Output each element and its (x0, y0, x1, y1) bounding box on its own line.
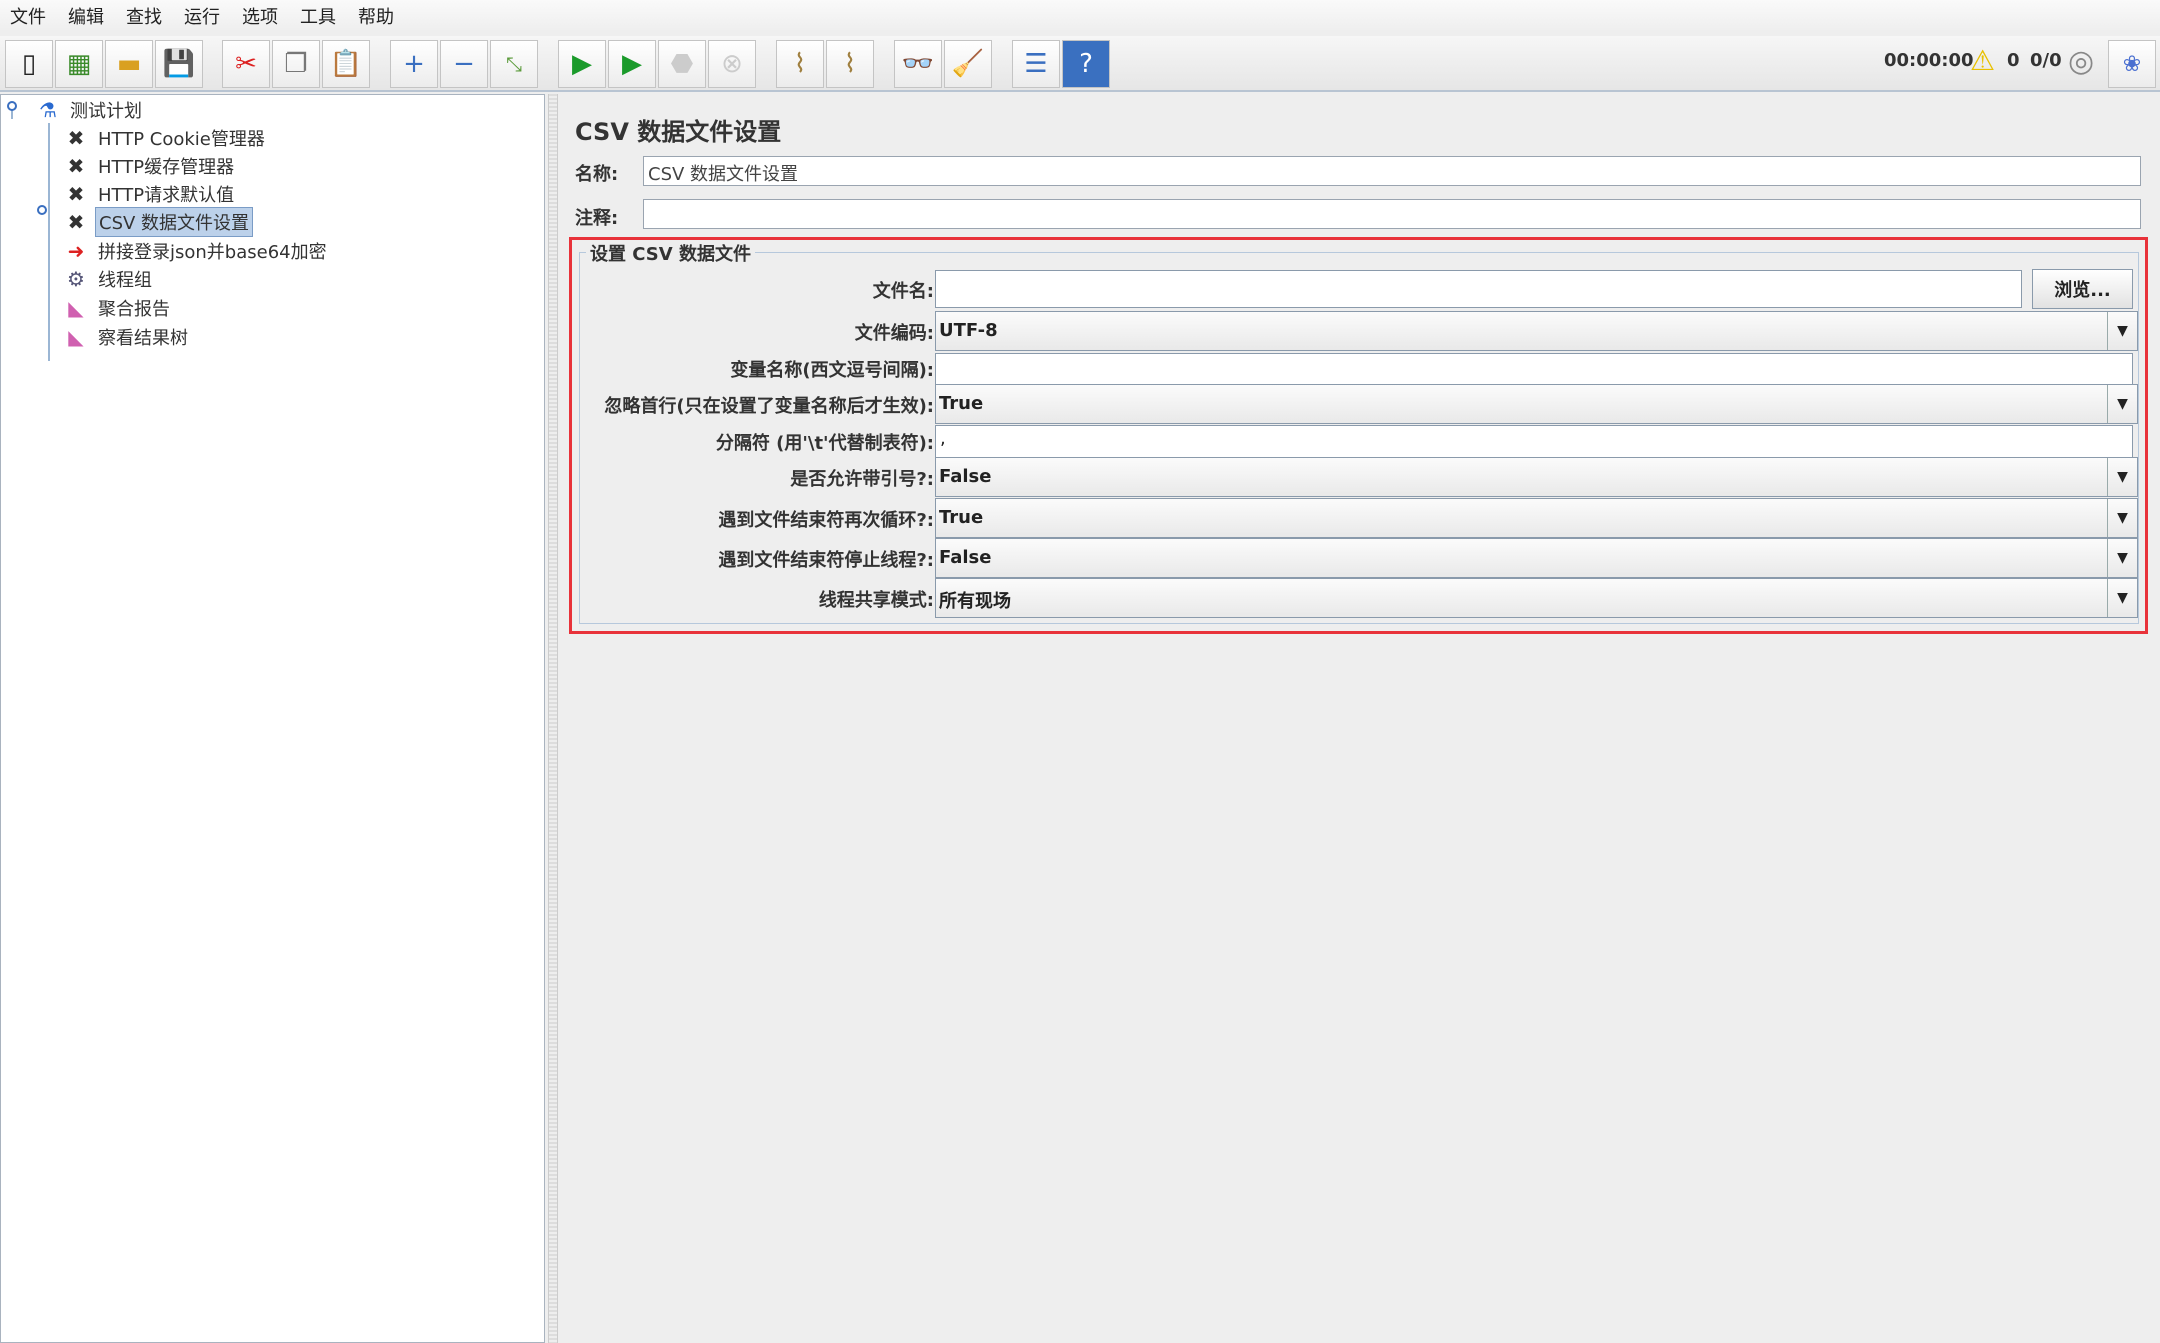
csv-data-set-panel: CSV 数据文件设置 名称: CSV 数据文件设置 注释: 设置 CSV 数据文… (560, 94, 2160, 1343)
page-title: CSV 数据文件设置 (575, 118, 782, 146)
split-pane-divider[interactable] (548, 94, 558, 1343)
tree-item-aggregate-report[interactable]: ◣ 聚合报告 (63, 295, 173, 321)
comment-input[interactable] (643, 199, 2141, 229)
chevron-down-icon[interactable]: ▼ (2107, 458, 2137, 496)
encoding-label: 文件编码: (854, 323, 934, 344)
chart-icon: ◣ (68, 325, 84, 349)
wrench-icon: ✖ (67, 210, 85, 234)
allow-quoted-label: 是否允许带引号?: (790, 469, 934, 490)
tree-item-cache-manager[interactable]: ✖ HTTP缓存管理器 (63, 153, 237, 179)
chart-icon: ◣ (68, 296, 84, 320)
chevron-down-icon[interactable]: ▼ (2107, 499, 2137, 537)
collapse-toggle-icon[interactable] (37, 205, 47, 215)
chevron-down-icon[interactable]: ▼ (2107, 312, 2137, 350)
search-icon[interactable]: 👓 (894, 40, 942, 88)
menu-edit[interactable]: 编辑 (68, 3, 104, 29)
wrench-icon: ✖ (67, 154, 85, 178)
clear-all-icon[interactable]: ⌇ (826, 40, 874, 88)
encoding-select[interactable]: UTF-8 ▼ (935, 311, 2138, 351)
delimiter-input[interactable]: , (935, 425, 2133, 459)
tree-item-cookie-manager[interactable]: ✖ HTTP Cookie管理器 (63, 125, 268, 151)
expand-icon[interactable]: + (390, 40, 438, 88)
function-helper-icon[interactable]: ☰ (1012, 40, 1060, 88)
cut-icon[interactable]: ✂ (222, 40, 270, 88)
name-label: 名称: (575, 164, 619, 185)
menu-file[interactable]: 文件 (10, 3, 46, 29)
browse-button[interactable]: 浏览... (2032, 269, 2133, 309)
help-icon[interactable]: ? (1062, 40, 1110, 88)
new-icon[interactable]: ▯ (5, 40, 53, 88)
menu-help[interactable]: 帮助 (358, 3, 394, 29)
menu-options[interactable]: 选项 (242, 3, 278, 29)
menu-tools[interactable]: 工具 (300, 3, 336, 29)
save-icon[interactable]: 💾 (155, 40, 203, 88)
toggle-icon[interactable]: ⤡ (490, 40, 538, 88)
allow-quoted-select[interactable]: False ▼ (935, 457, 2138, 497)
ignore-first-line-select[interactable]: True ▼ (935, 384, 2138, 424)
stop-icon[interactable]: ⬣ (658, 40, 706, 88)
copy-icon[interactable]: ❐ (272, 40, 320, 88)
thread-count: 0/0 (2030, 50, 2062, 71)
tree-item-preprocessor[interactable]: ➜ 拼接登录json并base64加密 (63, 238, 330, 264)
name-input[interactable]: CSV 数据文件设置 (643, 156, 2141, 186)
elapsed-time: 00:00:00 (1884, 50, 1974, 71)
gear-icon: ⚙ (67, 267, 85, 291)
clear-icon[interactable]: ⌇ (776, 40, 824, 88)
test-plan-tree: ⚗ 测试计划 ✖ HTTP Cookie管理器 ✖ HTTP缓存管理器 ✖ HTTP请求… (0, 94, 545, 1343)
templates-icon[interactable]: ▦ (55, 40, 103, 88)
reset-search-icon[interactable]: 🧹 (944, 40, 992, 88)
group-title: 设置 CSV 数据文件 (586, 240, 755, 266)
paste-icon[interactable]: 📋 (322, 40, 370, 88)
start-no-pause-icon[interactable]: ▶ (608, 40, 656, 88)
variable-names-label: 变量名称(西文逗号间隔): (730, 360, 934, 381)
toolbar: ▯ ▦ ▬ 💾 ✂ ❐ 📋 + − ⤡ ▶ ▶ ⬣ ⊗ ⌇ ⌇ 👓 🧹 ☰ ? … (0, 36, 2160, 92)
stop-thread-eof-label: 遇到文件结束符停止线程?: (718, 550, 934, 571)
tree-item-results-tree[interactable]: ◣ 察看结果树 (63, 324, 191, 350)
tree-item-thread-group[interactable]: ⚙ 线程组 (63, 266, 155, 292)
wrench-icon: ✖ (67, 182, 85, 206)
filename-label: 文件名: (872, 281, 934, 302)
menu-run[interactable]: 运行 (184, 3, 220, 29)
ignore-first-line-label: 忽略首行(只在设置了变量名称后才生效): (604, 396, 934, 417)
remote-status-icon: ◎ (2068, 44, 2095, 79)
sharing-mode-select[interactable]: 所有现场 ▼ (935, 578, 2138, 618)
filename-input[interactable] (935, 270, 2022, 308)
recycle-eof-label: 遇到文件结束符再次循环?: (718, 510, 934, 531)
tree-item-request-defaults[interactable]: ✖ HTTP请求默认值 (63, 181, 237, 207)
shutdown-icon[interactable]: ⊗ (708, 40, 756, 88)
variable-names-input[interactable] (935, 353, 2133, 387)
wrench-icon: ✖ (67, 126, 85, 150)
tree-item-csv-data-set[interactable]: ✖ CSV 数据文件设置 (63, 207, 254, 237)
collapse-icon[interactable]: − (440, 40, 488, 88)
log-viewer-icon[interactable]: ❀ (2108, 40, 2156, 88)
menu-bar: 文件 编辑 查找 运行 选项 工具 帮助 (0, 0, 2160, 32)
collapse-toggle-icon[interactable] (7, 101, 17, 111)
delimiter-label: 分隔符 (用'\t'代替制表符): (715, 433, 934, 454)
recycle-eof-select[interactable]: True ▼ (935, 498, 2138, 538)
open-icon[interactable]: ▬ (105, 40, 153, 88)
preprocessor-icon: ➜ (67, 239, 85, 263)
warning-icon[interactable]: ⚠ (1970, 44, 1995, 77)
stop-thread-eof-select[interactable]: False ▼ (935, 538, 2138, 578)
test-plan-icon: ⚗ (39, 98, 57, 122)
menu-search[interactable]: 查找 (126, 3, 162, 29)
warning-count: 0 (2007, 50, 2020, 71)
chevron-down-icon[interactable]: ▼ (2107, 539, 2137, 577)
chevron-down-icon[interactable]: ▼ (2107, 579, 2137, 617)
chevron-down-icon[interactable]: ▼ (2107, 385, 2137, 423)
comment-label: 注释: (575, 208, 619, 229)
sharing-mode-label: 线程共享模式: (818, 590, 934, 611)
tree-item-test-plan[interactable]: ⚗ 测试计划 (35, 97, 145, 123)
start-icon[interactable]: ▶ (558, 40, 606, 88)
